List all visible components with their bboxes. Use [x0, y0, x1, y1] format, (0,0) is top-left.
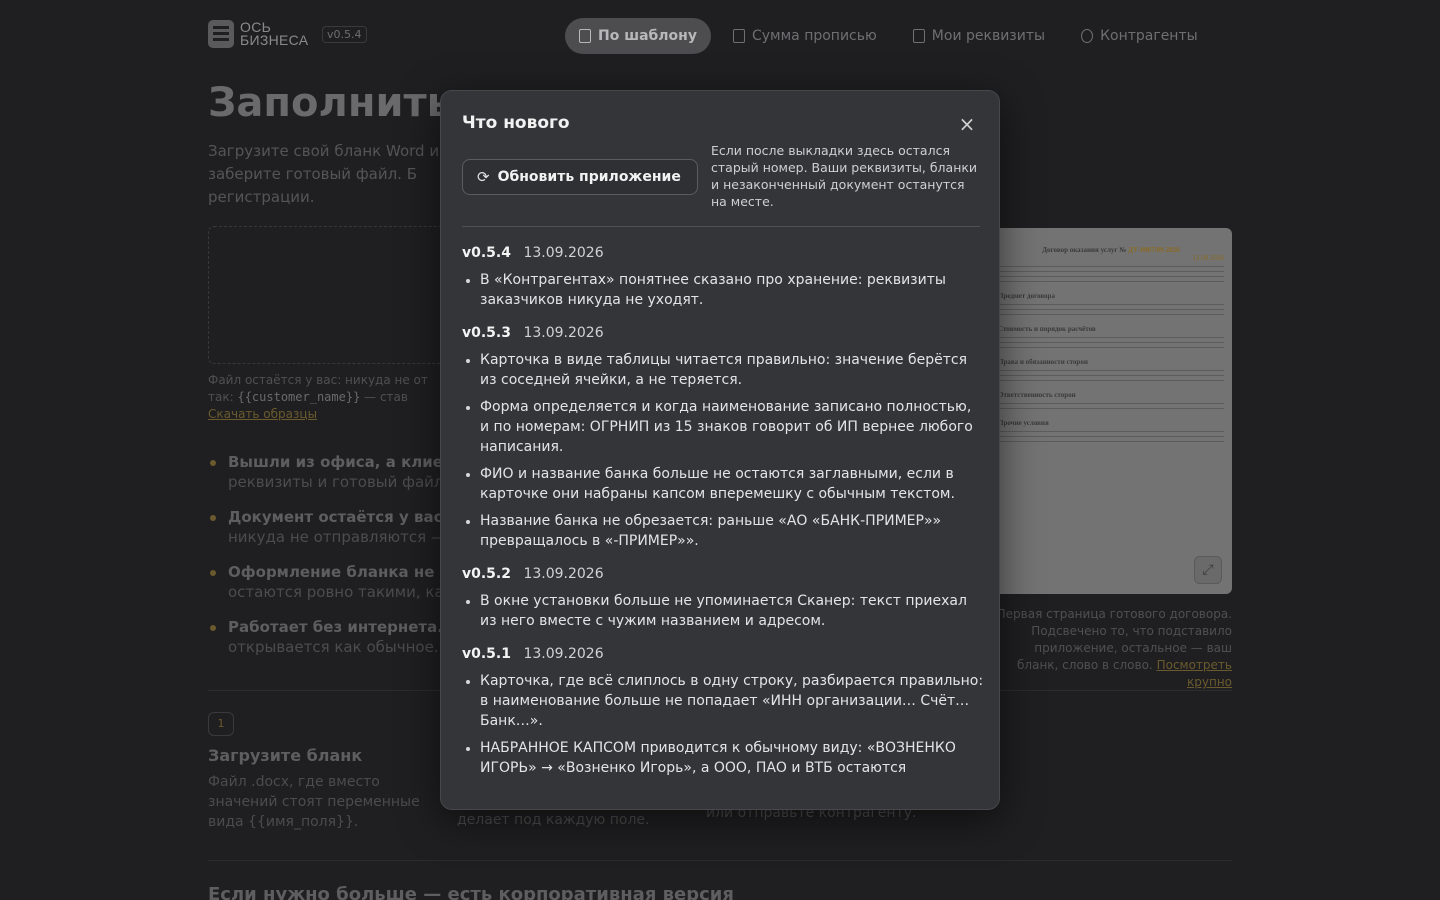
release-date: 13.09.2026: [523, 646, 604, 662]
release-item: Форма определяется и когда наименование …: [462, 397, 984, 457]
release-item: НАБРАННОЕ КАПСОМ приводится к обычному в…: [462, 738, 984, 778]
release-version: v0.5.2: [462, 566, 511, 582]
refresh-icon: ⟳: [477, 168, 490, 186]
dialog-divider: [462, 226, 980, 227]
dialog-title: Что нового: [462, 113, 570, 133]
release-date: 13.09.2026: [523, 566, 604, 582]
release-version: v0.5.3: [462, 325, 511, 341]
release-entry: v0.5.1 13.09.2026 Карточка, где всё слип…: [462, 644, 984, 778]
release-item: В окне установки больше не упоминается С…: [462, 591, 984, 631]
update-button-label: Обновить приложение: [497, 169, 681, 185]
whats-new-dialog: Что нового × ⟳ Обновить приложение Если …: [440, 90, 1000, 810]
release-item: ФИО и название банка больше не остаются …: [462, 464, 984, 504]
release-entry: v0.5.2 13.09.2026 В окне установки больш…: [462, 564, 984, 631]
release-entry: v0.5.4 13.09.2026 В «Контрагентах» понят…: [462, 243, 984, 310]
release-version: v0.5.4: [462, 245, 511, 261]
release-date: 13.09.2026: [523, 325, 604, 341]
release-date: 13.09.2026: [523, 245, 604, 261]
update-note: Если после выкладки здесь остался старый…: [711, 143, 978, 209]
release-entry: v0.5.3 13.09.2026 Карточка в виде таблиц…: [462, 323, 984, 551]
close-icon[interactable]: ×: [955, 113, 979, 137]
release-item: В «Контрагентах» понятнее сказано про хр…: [462, 270, 984, 310]
changelog: v0.5.4 13.09.2026 В «Контрагентах» понят…: [462, 243, 984, 791]
release-version: v0.5.1: [462, 646, 511, 662]
release-item: Название банка не обрезается: раньше «АО…: [462, 511, 984, 551]
release-item: Карточка в виде таблицы читается правиль…: [462, 350, 984, 390]
release-item: Карточка, где всё слиплось в одну строку…: [462, 671, 984, 731]
update-app-button[interactable]: ⟳ Обновить приложение: [462, 159, 698, 195]
